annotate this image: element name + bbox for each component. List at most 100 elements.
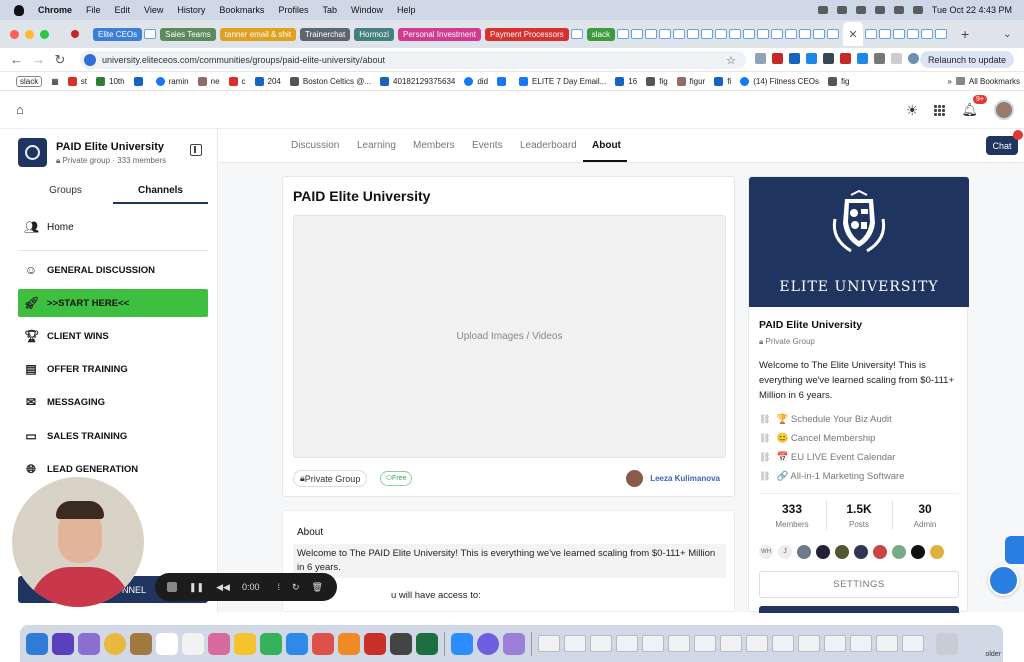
extension-icon[interactable] bbox=[857, 53, 868, 64]
bookmark-item[interactable]: fig bbox=[828, 76, 849, 86]
extension-icon[interactable] bbox=[772, 53, 783, 64]
pause-icon[interactable]: ❚❚ bbox=[189, 582, 204, 593]
tab-search-icon[interactable]: ⌄ bbox=[1003, 29, 1011, 40]
join-button[interactable] bbox=[759, 606, 959, 613]
member-avatar[interactable] bbox=[835, 545, 849, 559]
minimize-window-icon[interactable] bbox=[25, 29, 34, 39]
bookmark-item[interactable]: st bbox=[67, 76, 87, 86]
bookmark-star-icon[interactable]: ☆ bbox=[726, 54, 736, 67]
link-cancel-membership[interactable]: ⛓ 😊 Cancel Membership bbox=[759, 433, 875, 444]
extensions-puzzle-icon[interactable] bbox=[874, 53, 885, 64]
window-thumbnail[interactable] bbox=[746, 635, 768, 652]
window-thumbnail[interactable] bbox=[694, 635, 716, 652]
tab-favicon[interactable] bbox=[934, 29, 947, 39]
group-name[interactable]: PAID Elite University bbox=[56, 141, 164, 153]
tab-favicon[interactable] bbox=[920, 29, 933, 39]
bookmark-item[interactable]: 40182129375634 bbox=[380, 76, 455, 86]
window-thumbnail[interactable] bbox=[772, 635, 794, 652]
bookmark-item[interactable]: ne bbox=[197, 76, 220, 86]
menu-help[interactable]: Help bbox=[397, 5, 416, 15]
tab-favicon[interactable] bbox=[714, 29, 727, 39]
tab-favicon[interactable] bbox=[630, 29, 643, 39]
tab-members[interactable]: Members bbox=[413, 140, 455, 151]
chrome-icon[interactable] bbox=[104, 632, 126, 655]
tab-groups[interactable]: Groups bbox=[18, 184, 113, 204]
tab-group[interactable]: Personal Investment bbox=[398, 27, 481, 41]
group-logo[interactable] bbox=[18, 138, 47, 167]
channel-start-here[interactable]: 🚀︎ >>START HERE<< bbox=[18, 289, 208, 317]
bookmark-item[interactable]: ramin bbox=[155, 76, 189, 86]
split-view-icon[interactable] bbox=[891, 53, 902, 64]
bookmark-item[interactable] bbox=[497, 76, 510, 86]
channel-lead-generation[interactable]: 🌐︎ LEAD GENERATION bbox=[18, 455, 208, 483]
extension-icon[interactable] bbox=[755, 53, 766, 64]
reload-icon[interactable]: ↻ bbox=[54, 52, 66, 68]
window-thumbnail[interactable] bbox=[850, 635, 872, 652]
window-thumbnail[interactable] bbox=[668, 635, 690, 652]
bookmark-item[interactable]: c bbox=[228, 76, 246, 86]
accessibility-widget-icon[interactable] bbox=[1005, 536, 1024, 564]
member-avatar[interactable] bbox=[854, 545, 868, 559]
window-thumbnail[interactable] bbox=[902, 635, 924, 652]
window-thumbnail[interactable] bbox=[798, 635, 820, 652]
window-thumbnail[interactable] bbox=[642, 635, 664, 652]
tab-discussion[interactable]: Discussion bbox=[291, 140, 339, 151]
bookmark-item[interactable]: Boston Celtics @... bbox=[289, 76, 371, 86]
menu-tab[interactable]: Tab bbox=[322, 5, 337, 15]
excel-icon[interactable] bbox=[416, 632, 438, 655]
status-icon[interactable] bbox=[855, 6, 866, 14]
tab-favicon[interactable] bbox=[826, 29, 839, 39]
active-tab-close-icon[interactable]: ✕ bbox=[842, 22, 863, 46]
bookmark-item[interactable]: 16 bbox=[615, 76, 637, 86]
launchpad-icon[interactable] bbox=[78, 632, 100, 655]
channel-offer-training[interactable]: ▤ OFFER TRAINING bbox=[18, 355, 208, 383]
tab-favicon[interactable] bbox=[700, 29, 713, 39]
app-icon[interactable] bbox=[390, 632, 412, 655]
tab-group[interactable]: tanner email & shit bbox=[219, 27, 297, 41]
chat-button[interactable]: Chat bbox=[986, 136, 1018, 155]
member-avatar[interactable]: J bbox=[778, 545, 792, 559]
stat-members[interactable]: 333 Members bbox=[759, 502, 825, 529]
battery-icon[interactable] bbox=[874, 6, 885, 14]
numbers-icon[interactable] bbox=[260, 632, 282, 655]
bookmark-item[interactable]: 10th bbox=[96, 76, 125, 86]
extension-icon[interactable] bbox=[806, 53, 817, 64]
member-avatar[interactable] bbox=[930, 545, 944, 559]
window-thumbnail[interactable] bbox=[720, 635, 742, 652]
bookmark-item[interactable]: 204 bbox=[254, 76, 281, 86]
tab-favicon[interactable] bbox=[742, 29, 755, 39]
zoom-window-icon[interactable] bbox=[40, 29, 49, 39]
bookmark-item[interactable]: fi bbox=[714, 76, 731, 86]
tab-favicon[interactable] bbox=[906, 29, 919, 39]
messenger-icon[interactable] bbox=[477, 632, 499, 655]
member-avatar[interactable] bbox=[911, 545, 925, 559]
search-icon[interactable] bbox=[912, 6, 923, 14]
url-text[interactable]: university.eliteceos.com/communities/gro… bbox=[102, 55, 385, 65]
extension-icon[interactable] bbox=[789, 53, 800, 64]
menu-edit[interactable]: Edit bbox=[115, 5, 131, 15]
bookmark-item[interactable]: fig bbox=[646, 76, 668, 86]
tab-favicon[interactable] bbox=[144, 29, 157, 39]
bookmark-apps-icon[interactable]: ▦ bbox=[51, 77, 59, 86]
delete-icon[interactable]: 🗑︎ bbox=[312, 582, 323, 593]
window-thumbnail[interactable] bbox=[538, 635, 560, 652]
finder-icon[interactable] bbox=[26, 632, 48, 655]
channel-client-wins[interactable]: 🏆︎ CLIENT WINS bbox=[18, 322, 208, 350]
new-tab-icon[interactable]: + bbox=[961, 26, 969, 42]
relaunch-button[interactable]: Relaunch to update bbox=[919, 51, 1014, 68]
window-thumbnail[interactable] bbox=[824, 635, 846, 652]
window-thumbnail[interactable] bbox=[876, 635, 898, 652]
user-avatar[interactable] bbox=[994, 100, 1014, 120]
tab-group[interactable]: Trainerchat bbox=[300, 27, 351, 41]
news-icon[interactable] bbox=[312, 632, 334, 655]
tab-group[interactable]: Sales Teams bbox=[160, 27, 216, 41]
settings-button[interactable]: SETTINGS bbox=[759, 571, 959, 598]
profile-icon[interactable] bbox=[908, 53, 919, 64]
notes-icon[interactable] bbox=[234, 632, 256, 655]
menu-file[interactable]: File bbox=[86, 5, 101, 15]
status-icon[interactable] bbox=[817, 6, 828, 14]
zoom-icon[interactable] bbox=[451, 632, 473, 655]
tab-favicon[interactable] bbox=[728, 29, 741, 39]
notifications-bell-icon[interactable]: 🔔︎ 9+ bbox=[961, 95, 987, 118]
tab-favicon[interactable] bbox=[686, 29, 699, 39]
